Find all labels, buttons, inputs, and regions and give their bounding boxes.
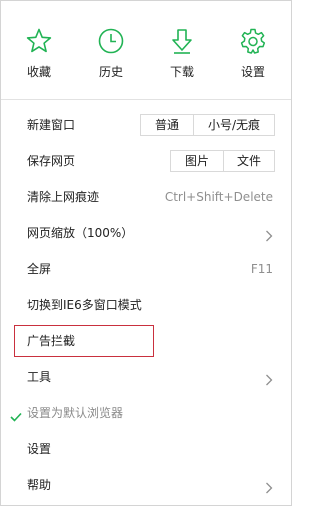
- download-button[interactable]: 下载: [156, 27, 208, 87]
- menu-item-zoom[interactable]: 网页缩放（100%）: [1, 215, 291, 251]
- new-window-incognito-button[interactable]: 小号/无痕: [194, 114, 275, 136]
- favorites-label: 收藏: [26, 65, 51, 79]
- zoom-label: 网页缩放（100%）: [27, 226, 134, 240]
- menu-item-fullscreen[interactable]: 全屏 F11: [1, 251, 291, 287]
- clear-traces-label: 清除上网痕迹: [27, 190, 100, 204]
- settings-menu-label: 设置: [27, 442, 52, 456]
- save-as-file-button[interactable]: 文件: [224, 150, 275, 172]
- chevron-right-icon: [265, 479, 273, 498]
- chevron-right-icon: [265, 227, 273, 246]
- menu-item-clear-traces[interactable]: 清除上网痕迹 Ctrl+Shift+Delete: [1, 179, 291, 215]
- menu-item-new-window: 新建窗口 普通 小号/无痕: [1, 107, 291, 143]
- settings-label: 设置: [240, 65, 265, 79]
- ie6-mode-label: 切换到IE6多窗口模式: [27, 298, 142, 312]
- menu-item-save-page: 保存网页 图片 文件: [1, 143, 291, 179]
- divider: [1, 99, 291, 100]
- menu-item-tools[interactable]: 工具: [1, 359, 291, 395]
- download-icon: [156, 27, 208, 55]
- menu-item-ie6-mode[interactable]: 切换到IE6多窗口模式: [1, 287, 291, 323]
- quick-actions-bar: 收藏 历史 下载 设置: [1, 1, 291, 99]
- favorites-button[interactable]: 收藏: [13, 27, 65, 87]
- clock-icon: [85, 27, 137, 55]
- star-icon: [13, 27, 65, 55]
- download-label: 下载: [169, 65, 194, 79]
- clear-traces-shortcut: Ctrl+Shift+Delete: [164, 190, 273, 204]
- menu-item-help[interactable]: 帮助: [1, 467, 291, 503]
- menu-item-default-browser[interactable]: 设置为默认浏览器: [1, 395, 291, 431]
- save-page-options: 图片 文件: [170, 150, 275, 172]
- checkmark-icon: [10, 407, 22, 426]
- help-label: 帮助: [27, 478, 52, 492]
- menu-item-settings[interactable]: 设置: [1, 431, 291, 467]
- fullscreen-label: 全屏: [27, 262, 52, 276]
- history-label: 历史: [98, 65, 123, 79]
- new-window-label: 新建窗口: [27, 118, 76, 132]
- save-as-image-button[interactable]: 图片: [170, 150, 224, 172]
- save-page-label: 保存网页: [27, 154, 76, 168]
- browser-menu-panel: 收藏 历史 下载 设置 新建窗口 普通 小号/无痕 保存网页 图片 文件 清除上…: [0, 0, 292, 506]
- default-browser-label: 设置为默认浏览器: [27, 406, 124, 420]
- fullscreen-shortcut: F11: [250, 262, 273, 276]
- new-window-options: 普通 小号/无痕: [140, 114, 275, 136]
- gear-icon: [227, 27, 279, 55]
- chevron-right-icon: [265, 371, 273, 390]
- ad-block-highlight-box: [14, 325, 154, 357]
- history-button[interactable]: 历史: [85, 27, 137, 87]
- settings-button[interactable]: 设置: [227, 27, 279, 87]
- new-window-normal-button[interactable]: 普通: [140, 114, 194, 136]
- tools-label: 工具: [27, 370, 52, 384]
